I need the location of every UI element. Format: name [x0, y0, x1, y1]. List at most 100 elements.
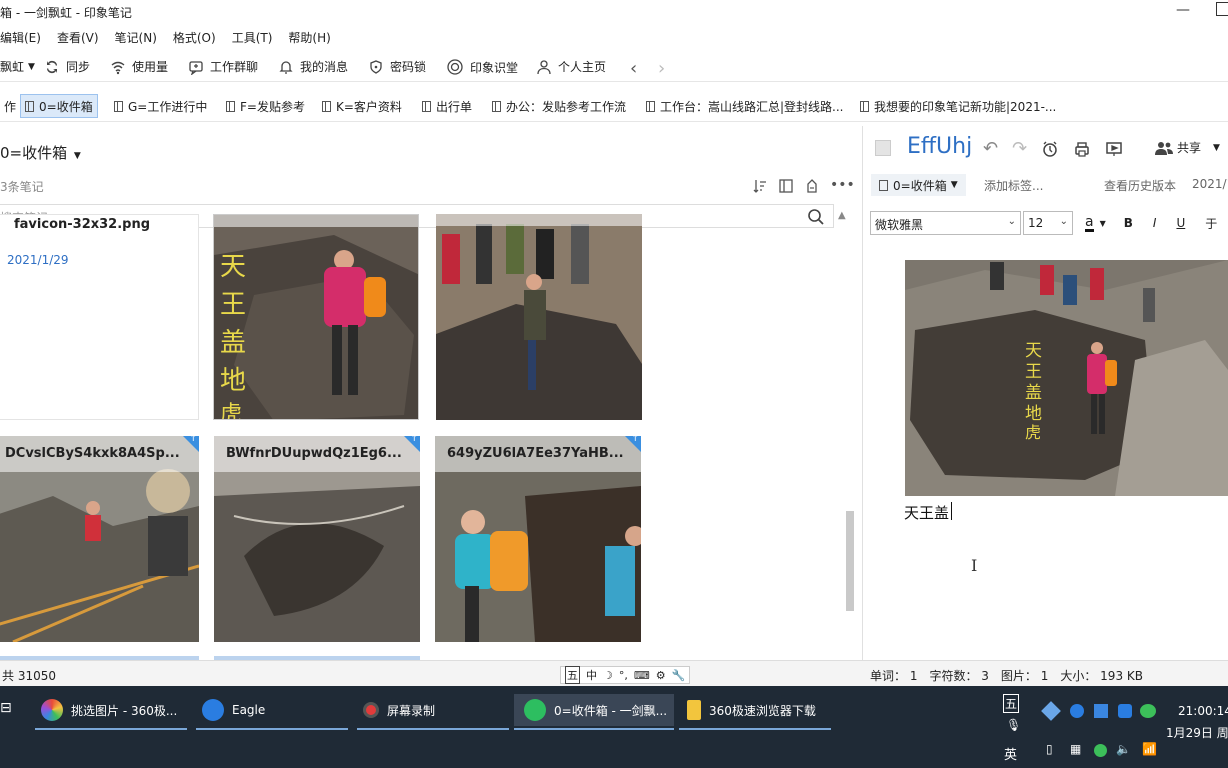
menu-tools[interactable]: 工具(T): [232, 29, 273, 46]
ime-mode[interactable]: 五: [565, 666, 580, 684]
note-card[interactable]: 649yZU6lA7Ee37YaHB... ↑: [435, 436, 641, 642]
shortcut-inbox[interactable]: 0=收件箱: [20, 94, 98, 118]
note-title-input[interactable]: EffUhj: [907, 134, 972, 159]
text-color-button[interactable]: a ▼: [1085, 215, 1106, 232]
shortcut-item[interactable]: 工作台：嵩山线路汇总|登封线路...: [642, 94, 848, 118]
note-card[interactable]: DCvslCByS4kxk8A4Sp... ↑: [0, 436, 199, 642]
usage-button[interactable]: 使用量: [110, 58, 168, 75]
task-view-icon[interactable]: ⊟: [0, 700, 12, 720]
view-history-link[interactable]: 查看历史版本: [1104, 177, 1176, 194]
shortcut-label: 办公：发贴参考工作流: [506, 99, 627, 114]
menu-format[interactable]: 格式(O): [173, 29, 216, 46]
note-count: 3条笔记: [0, 180, 44, 194]
view-mode-icon[interactable]: [778, 178, 794, 194]
underline-icon[interactable]: U: [1176, 216, 1185, 230]
tray-app-icon[interactable]: [1094, 744, 1107, 757]
work-chat-button[interactable]: 工作群聊: [188, 58, 258, 75]
scrollbar-thumb[interactable]: [846, 511, 854, 611]
shortcut-item[interactable]: 作: [0, 94, 20, 118]
text-caret: [951, 502, 952, 520]
taskbar-app[interactable]: 360极速浏览器下载: [679, 694, 831, 730]
print-icon[interactable]: [1073, 140, 1091, 158]
tray-security-icon[interactable]: [1094, 704, 1108, 718]
tag-filter-icon[interactable]: [804, 178, 820, 194]
menu-help[interactable]: 帮助(H): [288, 29, 330, 46]
homepage-button[interactable]: 个人主页: [536, 58, 606, 75]
clock-time[interactable]: 21:00:14: [1178, 704, 1228, 718]
ime-punct[interactable]: °,: [619, 669, 628, 682]
shortcut-item[interactable]: F=发贴参考: [222, 94, 309, 118]
sync-button[interactable]: 同步: [44, 58, 90, 75]
password-lock-button[interactable]: 密码锁: [368, 58, 426, 75]
classroom-icon: [447, 59, 463, 75]
ime-settings-icon[interactable]: ⚙: [656, 669, 666, 682]
scroll-up-arrow[interactable]: ▲: [838, 210, 846, 221]
note-image[interactable]: 天 王 盖 地 虎: [905, 260, 1228, 496]
tray-app-icon[interactable]: [1118, 704, 1132, 718]
font-family-select[interactable]: 微软雅黑 ⌄: [870, 211, 1021, 235]
back-arrow-icon[interactable]: ‹: [630, 58, 637, 79]
strikethrough-icon[interactable]: 于: [1205, 215, 1217, 232]
alarm-icon[interactable]: [1041, 140, 1059, 158]
font-size-select[interactable]: 12 ⌄: [1023, 211, 1073, 235]
present-icon[interactable]: [1105, 140, 1123, 158]
note-card[interactable]: 天 王 盖 地 虎 EffUhjueqGbOFLG0rm...: [213, 214, 419, 420]
account-name: 飘虹: [0, 60, 25, 74]
menu-edit[interactable]: 编辑(E): [0, 29, 41, 46]
italic-icon[interactable]: I: [1153, 216, 1157, 230]
messages-button[interactable]: 我的消息: [278, 58, 348, 75]
ime-toolbar[interactable]: 五 中 ☽ °, ⌨ ⚙ 🔧: [560, 666, 691, 684]
shortcut-item[interactable]: 我想要的印象笔记新功能|2021-...: [856, 94, 1060, 118]
note-card[interactable]: favicon-32x32.png 2021/1/29: [0, 214, 199, 420]
forward-arrow-icon[interactable]: ›: [658, 58, 665, 79]
microphone-icon[interactable]: 🎙: [1006, 718, 1021, 732]
note-card[interactable]: cc1xoe5J5DjZ1IBItNG0...: [436, 214, 642, 420]
taskbar-app[interactable]: 屏幕录制: [357, 694, 509, 730]
taskbar: ⊟ 挑选图片 - 360极... Eagle 屏幕录制 0=收件箱 - 一剑飘.…: [0, 686, 1228, 768]
status-bar: 共 31050 五 中 ☽ °, ⌨ ⚙ 🔧 单词： 1 字符数： 3 图片： …: [0, 660, 1228, 686]
taskbar-app[interactable]: 挑选图片 - 360极...: [35, 694, 187, 730]
notebook-selector[interactable]: 0=收件箱 ▼: [0, 142, 81, 163]
shortcut-item[interactable]: G=工作进行中: [110, 94, 211, 118]
wrench-icon[interactable]: 🔧: [672, 669, 686, 682]
note-body-text[interactable]: 天王盖: [904, 502, 949, 523]
search-icon[interactable]: [807, 208, 825, 226]
usb-icon[interactable]: ▯: [1046, 742, 1053, 756]
notebook-name: 0=收件箱: [0, 144, 68, 162]
note-card-title: 649yZU6lA7Ee37YaHB...: [435, 436, 641, 472]
add-tag-button[interactable]: 添加标签...: [984, 177, 1043, 194]
shortcut-item[interactable]: K=客户资料: [318, 94, 406, 118]
tray-app-icon[interactable]: [1041, 701, 1061, 721]
minimize-button[interactable]: —: [1176, 2, 1190, 18]
menu-note[interactable]: 笔记(N): [115, 29, 157, 46]
ime-halfwidth[interactable]: ☽: [603, 669, 613, 682]
bold-icon[interactable]: B: [1124, 216, 1133, 230]
undo-icon[interactable]: ↶: [983, 138, 998, 159]
keyboard-icon[interactable]: ⌨: [634, 669, 650, 682]
app-grid-icon[interactable]: ▦: [1070, 742, 1081, 756]
account-button[interactable]: 飘虹 ▼: [0, 58, 35, 75]
taskbar-app[interactable]: 0=收件箱 - 一剑飘...: [514, 694, 674, 730]
wechat-icon[interactable]: [1140, 704, 1156, 718]
shortcut-item[interactable]: 办公：发贴参考工作流: [488, 94, 630, 118]
toolbar: 飘虹 ▼ 同步 使用量 工作群聊 我的消息 密码锁 印象识堂 个人主页 ‹ ›: [0, 52, 1228, 82]
share-button[interactable]: 共享 ▼: [1155, 139, 1220, 156]
ime-lang[interactable]: 中: [586, 667, 597, 683]
note-card[interactable]: BWfnrDUupwdQz1Eg6... ↑: [214, 436, 420, 642]
redo-icon[interactable]: ↷: [1012, 138, 1027, 159]
taskbar-app[interactable]: Eagle: [196, 694, 348, 730]
volume-icon[interactable]: 🔈: [1116, 742, 1131, 756]
ime-mode-indicator[interactable]: 五: [1003, 694, 1020, 713]
menu-view[interactable]: 查看(V): [57, 29, 99, 46]
maximize-button[interactable]: [1216, 2, 1228, 16]
clock-date[interactable]: 1月29日 周五: [1166, 724, 1228, 741]
shortcut-item[interactable]: 出行单: [418, 94, 476, 118]
note-notebook-selector[interactable]: 0=收件箱 ▼: [871, 174, 966, 196]
network-icon[interactable]: 📶: [1142, 742, 1157, 756]
task-underline: [514, 728, 674, 730]
lang-indicator[interactable]: 英: [1004, 744, 1017, 763]
sort-icon[interactable]: [752, 178, 768, 194]
tray-app-icon[interactable]: [1070, 704, 1084, 718]
classroom-button[interactable]: 印象识堂: [446, 58, 518, 76]
more-icon[interactable]: •••: [830, 178, 855, 194]
